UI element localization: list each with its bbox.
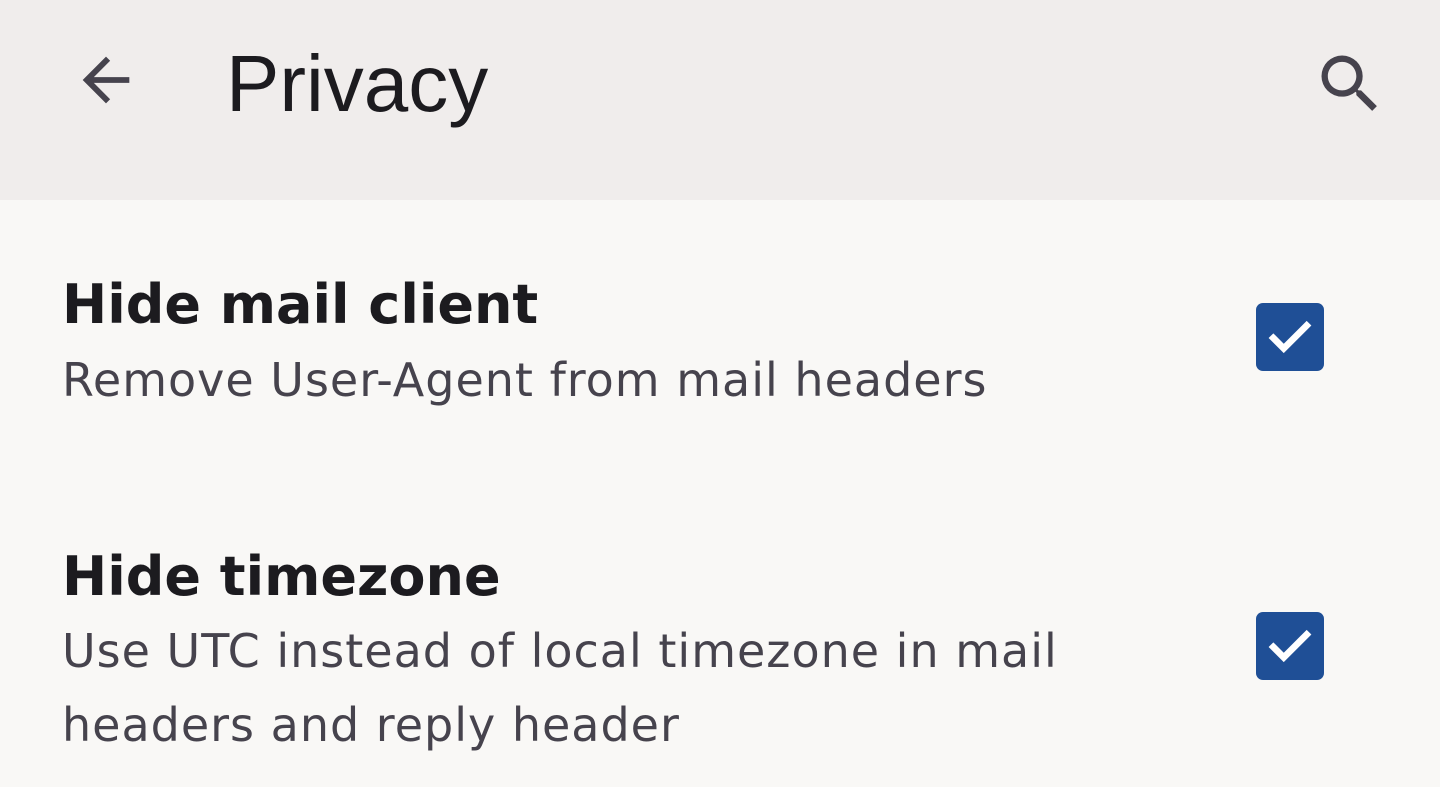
pref-summary: Use UTC instead of local timezone in mai… <box>62 624 1058 752</box>
pref-title: Hide timezone <box>62 545 501 608</box>
search-button[interactable] <box>1302 38 1398 130</box>
check-icon <box>1268 629 1312 663</box>
search-icon <box>1321 55 1377 111</box>
hide-timezone-checkbox[interactable] <box>1256 612 1324 680</box>
arrow-back-icon <box>82 56 130 104</box>
check-icon <box>1268 320 1312 354</box>
hide-mail-client-checkbox[interactable] <box>1256 303 1324 371</box>
pref-hide-mail-client[interactable]: Hide mail client Remove User-Agent from … <box>0 200 1440 470</box>
page-title: Privacy <box>226 39 489 128</box>
pref-title: Hide mail client <box>62 273 539 336</box>
pref-hide-timezone[interactable]: Hide timezone Use UTC instead of local t… <box>0 470 1440 787</box>
back-button[interactable] <box>60 34 152 126</box>
pref-summary: Remove User-Agent from mail headers <box>62 353 988 407</box>
top-app-bar: Privacy <box>0 0 1440 200</box>
